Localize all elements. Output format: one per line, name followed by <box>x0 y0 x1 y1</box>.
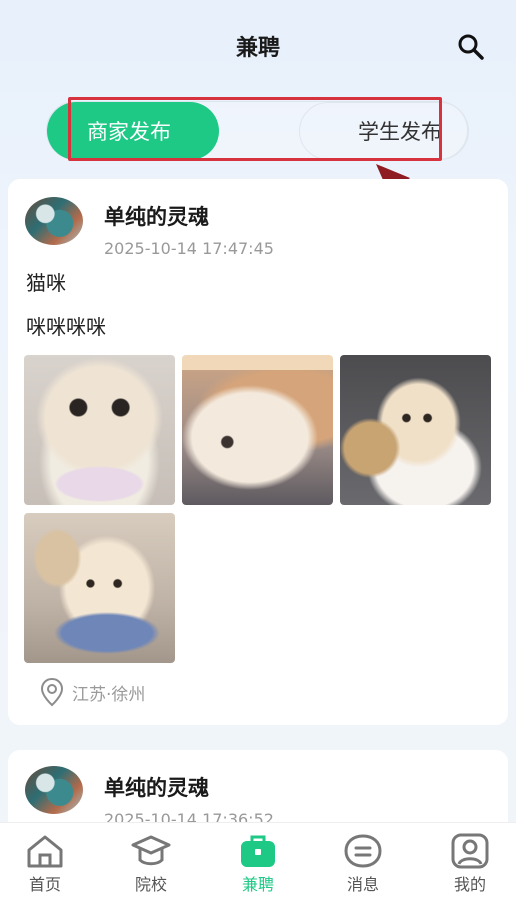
briefcase-icon <box>241 835 275 867</box>
bottom-nav: 首页 院校 兼聘 消息 我的 <box>0 822 516 900</box>
post-photo[interactable] <box>24 513 175 663</box>
nav-home[interactable]: 首页 <box>0 823 90 900</box>
home-icon <box>27 835 63 868</box>
nav-me[interactable]: 我的 <box>425 823 515 900</box>
page-title: 兼聘 <box>235 36 280 61</box>
post-location: 江苏·徐州 <box>40 677 145 707</box>
nav-schools[interactable]: 院校 <box>106 823 196 900</box>
graduation-cap-icon <box>131 835 171 866</box>
post-time: 2025-10-14 17:47:45 <box>104 239 274 258</box>
location-pin-icon <box>40 677 64 707</box>
nav-messages[interactable]: 消息 <box>318 823 408 900</box>
post-username: 单纯的灵魂 <box>104 205 209 229</box>
post-photo[interactable] <box>340 355 491 505</box>
post-card[interactable]: 单纯的灵魂 2025-10-14 17:47:45 猫咪 咪咪咪咪 江苏·徐州 <box>8 179 508 725</box>
post-photo[interactable] <box>24 355 175 505</box>
search-icon[interactable] <box>456 32 486 62</box>
highlight-box <box>68 97 442 161</box>
location-text: 江苏·徐州 <box>72 684 146 705</box>
profile-icon <box>451 833 489 869</box>
post-photo[interactable] <box>182 355 333 505</box>
post-title: 猫咪 <box>26 271 66 295</box>
header: 兼聘 <box>0 0 516 96</box>
nav-jobs[interactable]: 兼聘 <box>213 823 303 900</box>
avatar[interactable] <box>25 197 83 245</box>
post-username: 单纯的灵魂 <box>104 776 209 800</box>
nav-label: 我的 <box>453 875 486 894</box>
post-body: 咪咪咪咪 <box>26 315 106 339</box>
avatar[interactable] <box>25 766 83 814</box>
nav-label: 兼聘 <box>241 875 274 894</box>
message-icon <box>344 834 382 868</box>
nav-label: 院校 <box>134 875 167 894</box>
nav-label: 首页 <box>28 875 61 894</box>
nav-label: 消息 <box>346 875 379 894</box>
